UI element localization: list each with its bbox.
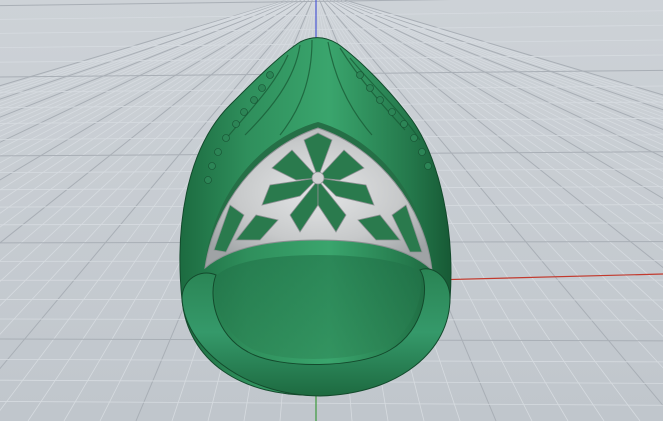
perspective-viewport[interactable] (0, 0, 663, 421)
viewport-canvas[interactable] (0, 0, 663, 421)
shank-inner-surface (214, 255, 421, 359)
